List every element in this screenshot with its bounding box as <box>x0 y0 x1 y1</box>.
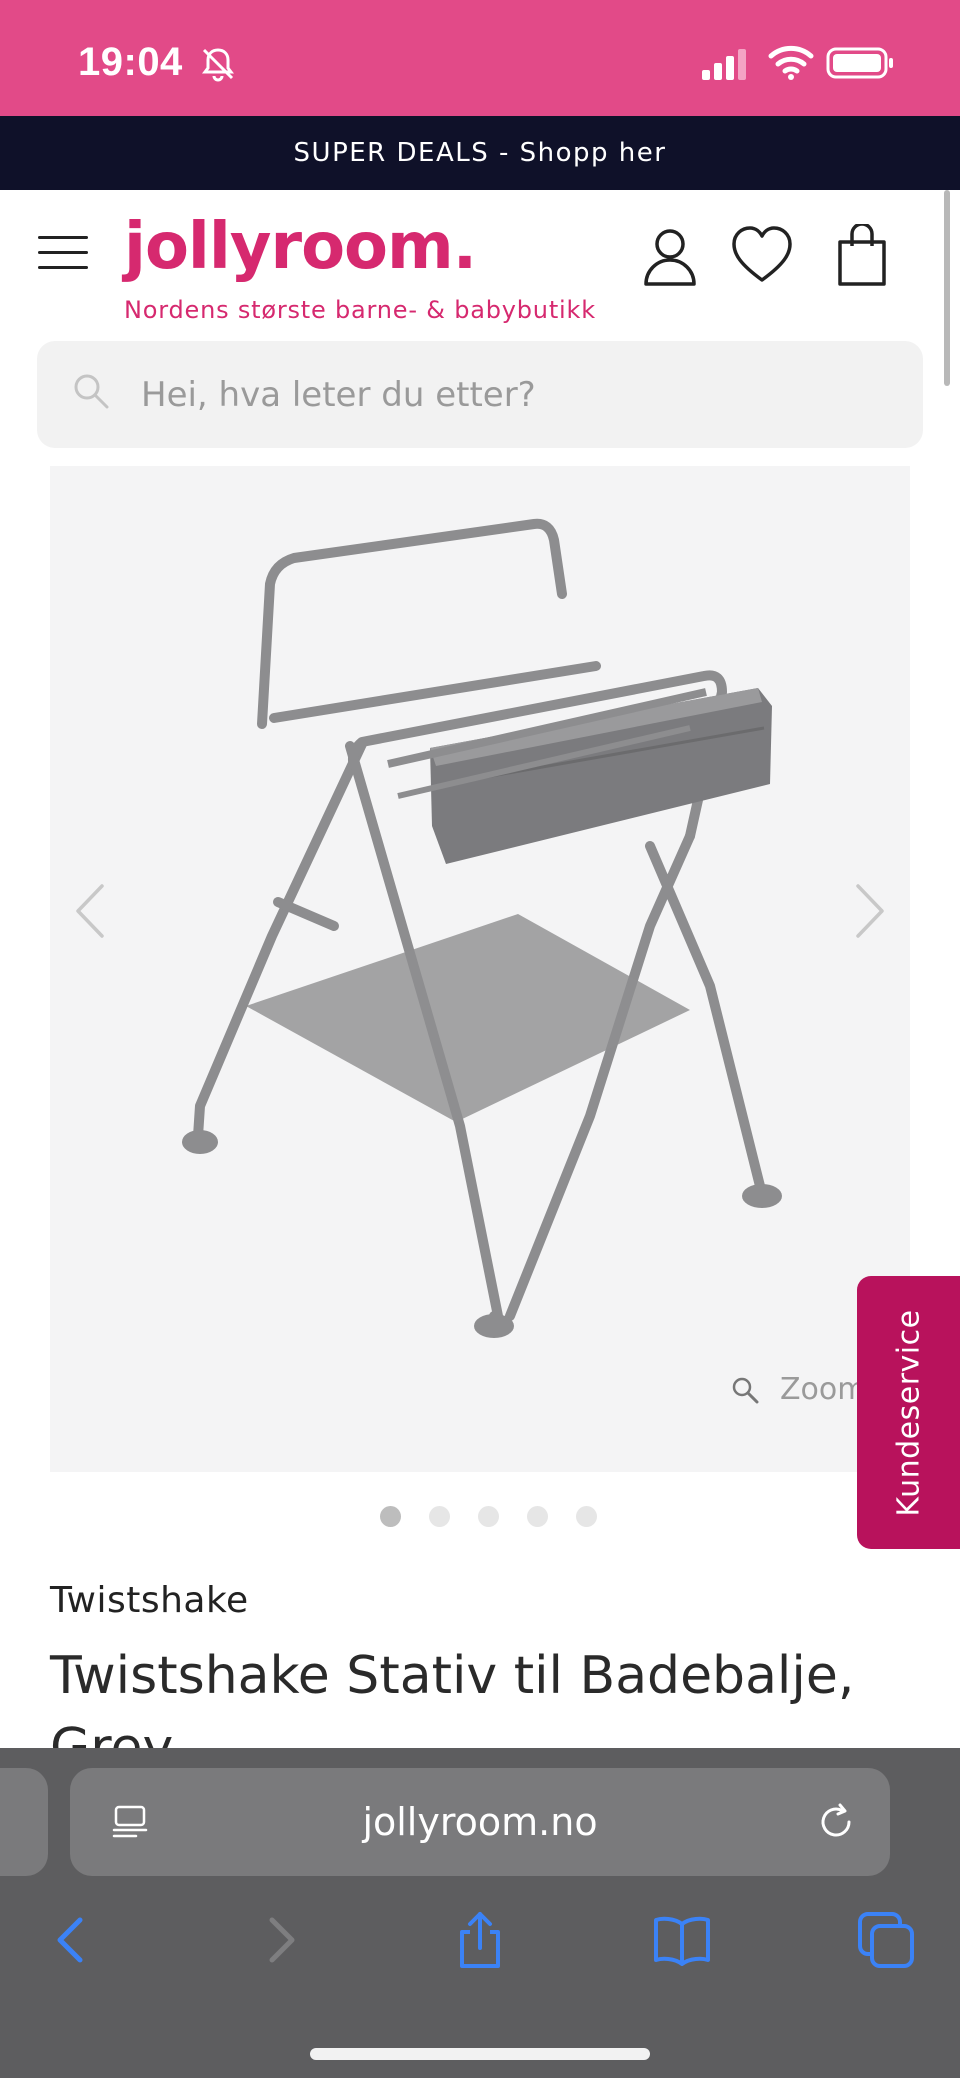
customer-service-label[interactable]: Kundeservice <box>891 1309 926 1516</box>
logo[interactable]: jollyroom. <box>124 210 477 284</box>
scrollbar[interactable] <box>944 190 950 386</box>
forward-icon[interactable] <box>248 1908 312 1972</box>
url-text[interactable]: jollyroom.no <box>70 1800 890 1844</box>
magnifier-icon <box>732 1377 759 1403</box>
bell-slash-icon <box>202 48 234 82</box>
wifi-icon <box>768 45 814 80</box>
product-image[interactable] <box>50 466 910 1472</box>
previous-tab-stub[interactable] <box>0 1768 48 1876</box>
home-indicator <box>310 2048 650 2060</box>
pagination-dot-1[interactable] <box>380 1506 401 1527</box>
back-icon[interactable] <box>40 1908 104 1972</box>
tagline: Nordens største barne- & babybutikk <box>124 296 596 324</box>
pagination-dot-3[interactable] <box>478 1506 499 1527</box>
product-gallery[interactable]: Zoom <box>50 466 910 1472</box>
menu-icon[interactable] <box>38 236 88 272</box>
zoom-button[interactable]: Zoom <box>730 1372 866 1407</box>
share-icon[interactable] <box>448 1908 512 1972</box>
pagination-dot-4[interactable] <box>527 1506 548 1527</box>
next-image-arrow[interactable] <box>840 866 900 956</box>
status-time: 19:04 <box>78 40 183 84</box>
product-brand[interactable]: Twistshake <box>50 1580 249 1621</box>
bookmarks-icon[interactable] <box>650 1908 714 1972</box>
shopping-bag-icon[interactable] <box>830 224 894 288</box>
zoom-label[interactable]: Zoom <box>780 1372 866 1407</box>
pagination-dot-5[interactable] <box>576 1506 597 1527</box>
user-icon[interactable] <box>638 224 702 288</box>
browser-toolbar: jollyroom.no <box>0 1748 960 2078</box>
promo-text[interactable]: SUPER DEALS - Shopp her <box>294 138 667 168</box>
customer-service-tab[interactable]: Kundeservice <box>857 1276 960 1549</box>
pagination-dot-2[interactable] <box>429 1506 450 1527</box>
search-icon <box>74 374 109 409</box>
site-header: jollyroom. Nordens største barne- & baby… <box>0 190 960 340</box>
reload-icon[interactable] <box>816 1802 856 1842</box>
promo-banner[interactable]: SUPER DEALS - Shopp her <box>0 116 960 190</box>
battery-icon <box>826 47 893 79</box>
status-bar: 19:04 <box>0 0 960 116</box>
heart-icon[interactable] <box>730 224 794 288</box>
search-bar[interactable] <box>37 341 923 448</box>
cellular-signal-icon <box>702 49 746 80</box>
previous-image-arrow[interactable] <box>60 866 120 956</box>
tabs-icon[interactable] <box>854 1908 918 1972</box>
gallery-pagination <box>380 1506 597 1527</box>
search-input[interactable] <box>141 365 861 425</box>
address-bar[interactable]: jollyroom.no <box>70 1768 890 1876</box>
